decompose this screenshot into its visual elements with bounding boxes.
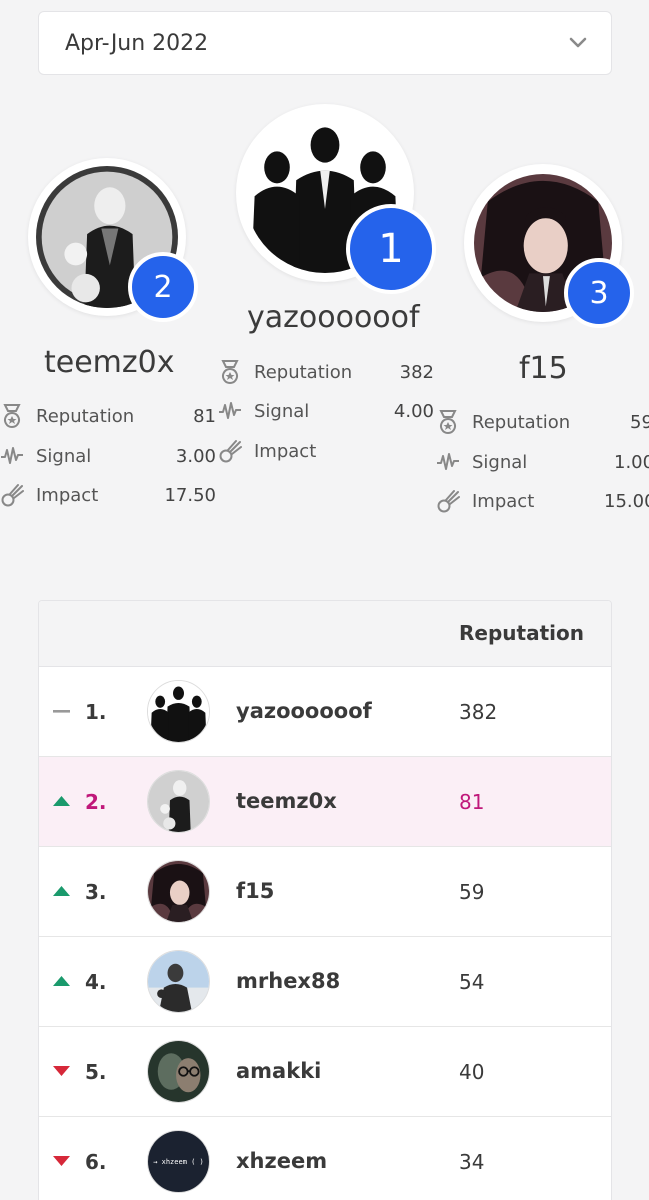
row-rank: 2.	[85, 790, 107, 814]
reputation-value: 59	[630, 411, 649, 433]
medal-icon	[3, 404, 21, 428]
podium-name-2[interactable]: teemz0x	[44, 345, 175, 380]
row-rank: 6.	[85, 1150, 107, 1174]
row-reputation: 81	[459, 790, 485, 814]
reputation-column-header[interactable]: Reputation	[459, 621, 584, 645]
table-row[interactable]: 1. yazoooooof 382	[39, 667, 611, 757]
rank-badge-2: 2	[128, 252, 198, 322]
row-username[interactable]: yazoooooof	[236, 699, 372, 723]
podium-1-impact: Impact	[218, 436, 438, 466]
table-row[interactable]: 6. → xhzeem ( ) xhzeem 34	[39, 1117, 611, 1200]
reputation-label: Reputation	[254, 361, 353, 383]
row-username[interactable]: amakki	[236, 1059, 321, 1083]
impact-value: 17.50	[164, 484, 216, 506]
code-logo-icon[interactable]: → xhzeem ( )	[147, 1130, 210, 1193]
glasses-photo-icon[interactable]	[147, 1040, 210, 1103]
signal-icon	[219, 402, 241, 419]
podium-avatar-2[interactable]: 2	[28, 158, 198, 322]
impact-value: 15.00	[604, 490, 649, 512]
podium-avatar-3[interactable]: 3	[464, 164, 634, 328]
podium-3-impact: Impact 15.00	[436, 486, 649, 516]
table-row[interactable]: 5. amakki 40	[39, 1027, 611, 1117]
podium-3-signal: Signal 1.00	[436, 447, 649, 477]
signal-label: Signal	[254, 400, 310, 422]
row-reputation: 382	[459, 700, 498, 724]
anime-dark-icon[interactable]	[147, 860, 210, 923]
trend-down-icon	[53, 1156, 70, 1166]
podium-2-impact: Impact 17.50	[0, 480, 216, 510]
suits-icon[interactable]	[147, 680, 210, 743]
rank-badge-number: 2	[153, 269, 173, 305]
row-rank: 1.	[85, 700, 107, 724]
rank-badge-3: 3	[564, 258, 634, 328]
rank-badge-number: 1	[378, 226, 404, 272]
signal-icon	[1, 447, 23, 464]
row-reputation: 40	[459, 1060, 485, 1084]
impact-label: Impact	[254, 440, 317, 462]
table-row[interactable]: 2. teemz0x 81	[39, 757, 611, 847]
row-username[interactable]: xhzeem	[236, 1149, 327, 1173]
signal-icon	[437, 453, 459, 470]
row-username[interactable]: teemz0x	[236, 789, 337, 813]
row-username[interactable]: mrhex88	[236, 969, 340, 993]
trend-same-icon	[53, 710, 70, 713]
chevron-down-icon	[569, 37, 587, 48]
comet-icon	[219, 440, 242, 463]
rank-badge-number: 3	[589, 275, 609, 311]
reputation-label: Reputation	[472, 411, 571, 433]
podium-name-3[interactable]: f15	[519, 351, 568, 386]
rank-badge-1: 1	[346, 204, 436, 294]
comet-icon	[1, 484, 24, 507]
signal-label: Signal	[472, 451, 528, 473]
period-select[interactable]: Apr-Jun 2022	[38, 11, 612, 75]
row-reputation: 34	[459, 1150, 485, 1174]
podium-name-1[interactable]: yazoooooof	[247, 300, 420, 335]
row-reputation: 54	[459, 970, 485, 994]
reputation-label: Reputation	[36, 405, 135, 427]
photo-icon[interactable]	[147, 950, 210, 1013]
anime-bw-icon[interactable]	[147, 770, 210, 833]
trend-down-icon	[53, 1066, 70, 1076]
trend-up-icon	[53, 976, 70, 986]
podium-1-reputation: Reputation 382	[218, 357, 438, 387]
trend-up-icon	[53, 796, 70, 806]
row-rank: 4.	[85, 970, 107, 994]
medal-icon	[439, 410, 457, 434]
reputation-value: 382	[399, 361, 434, 383]
podium-avatar-1[interactable]: 1	[236, 104, 436, 294]
row-username[interactable]: f15	[236, 879, 274, 903]
table-header: Reputation	[39, 601, 611, 667]
reputation-value: 81	[193, 405, 216, 427]
podium-3-reputation: Reputation 59	[436, 407, 649, 437]
comet-icon	[437, 490, 460, 513]
signal-value: 1.00	[614, 451, 649, 473]
leaderboard-table: Reputation 1. yazoooooof 382 2. teemz0x …	[38, 600, 612, 1200]
signal-value: 4.00	[393, 400, 434, 422]
row-reputation: 59	[459, 880, 485, 904]
podium-2-reputation: Reputation 81	[0, 401, 216, 431]
trend-up-icon	[53, 886, 70, 896]
medal-icon	[221, 360, 239, 384]
signal-label: Signal	[36, 445, 92, 467]
row-rank: 3.	[85, 880, 107, 904]
impact-label: Impact	[472, 490, 535, 512]
table-row[interactable]: 4. mrhex88 54	[39, 937, 611, 1027]
row-rank: 5.	[85, 1060, 107, 1084]
period-select-value: Apr-Jun 2022	[65, 30, 209, 56]
podium-2-signal: Signal 3.00	[0, 441, 216, 471]
table-row[interactable]: 3. f15 59	[39, 847, 611, 937]
podium-1-signal: Signal 4.00	[218, 396, 438, 426]
impact-label: Impact	[36, 484, 99, 506]
code-logo-text: → xhzeem ( )	[153, 1157, 204, 1166]
signal-value: 3.00	[175, 445, 216, 467]
